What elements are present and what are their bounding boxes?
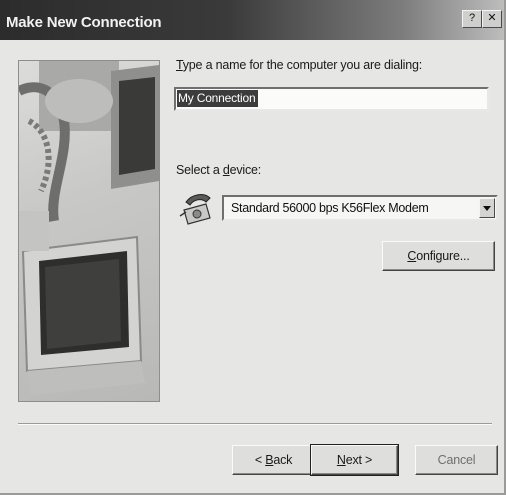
- title-bar[interactable]: Make New Connection ? ✕: [0, 0, 504, 40]
- device-selected-value: Standard 56000 bps K56Flex Modem: [231, 201, 429, 215]
- select-device-label: Select a device:: [176, 163, 262, 177]
- cancel-button[interactable]: Cancel: [415, 445, 498, 475]
- window-title: Make New Connection: [6, 14, 162, 31]
- device-select[interactable]: Standard 56000 bps K56Flex Modem: [222, 195, 498, 221]
- computer-name-label: Type a name for the computer you are dia…: [176, 58, 423, 72]
- device-dropdown-button[interactable]: [479, 198, 495, 218]
- configure-button[interactable]: Configure...: [382, 241, 495, 271]
- back-button[interactable]: < Back: [232, 445, 315, 475]
- next-button[interactable]: Next >: [310, 444, 399, 476]
- close-button[interactable]: ✕: [482, 10, 502, 28]
- help-button[interactable]: ?: [462, 10, 482, 28]
- telephone-modem-icon: [178, 190, 214, 226]
- chevron-down-icon: [483, 206, 491, 211]
- computer-and-phone-illustration: [18, 60, 160, 402]
- connection-name-value[interactable]: My Connection: [177, 90, 259, 107]
- make-new-connection-dialog: Make New Connection ? ✕ Type a name for …: [0, 0, 506, 495]
- footer-separator: [18, 423, 492, 425]
